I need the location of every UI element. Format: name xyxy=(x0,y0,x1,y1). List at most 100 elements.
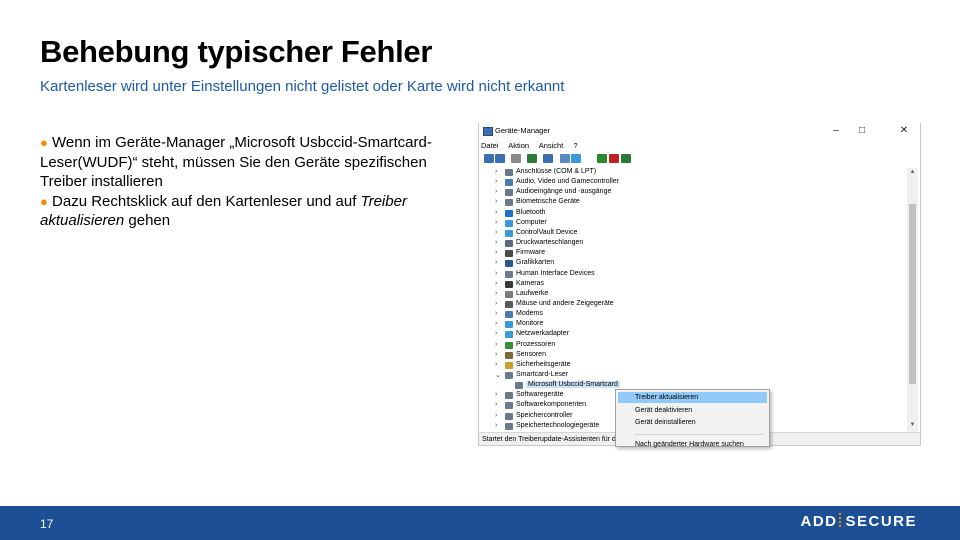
update-driver-icon[interactable] xyxy=(527,154,537,163)
minimize-button[interactable]: – xyxy=(824,123,848,139)
device-category-icon xyxy=(505,260,513,268)
menu-aktion[interactable]: Aktion xyxy=(508,141,529,150)
tree-item-label: Audio, Video und Gamecontroller xyxy=(516,178,619,186)
chevron-right-icon[interactable]: › xyxy=(495,341,503,348)
tree-item-label: Anschlüsse (COM & LPT) xyxy=(516,168,597,175)
tree-item-label: Computer xyxy=(516,218,547,226)
tree-category-item[interactable]: › Druckwarteschlangen xyxy=(479,239,899,249)
tree-item-label: Monitore xyxy=(516,320,544,328)
vertical-scrollbar[interactable]: ▲ ▼ xyxy=(907,168,918,432)
toolbar xyxy=(481,153,917,165)
tree-item-label: Speichertechnologiegeräte xyxy=(516,421,600,429)
bullet-text: gehen xyxy=(124,212,171,229)
maximize-button[interactable]: □ xyxy=(850,123,874,139)
tree-category-item[interactable]: › Kameras xyxy=(479,280,899,290)
tree-item-label: Human Interface Devices xyxy=(516,269,595,277)
tree-item-label: Prozessoren xyxy=(516,340,556,348)
logo-separator-icon xyxy=(839,513,843,527)
scroll-down-icon[interactable]: ▼ xyxy=(907,422,918,428)
chevron-right-icon[interactable]: › xyxy=(495,219,503,226)
chevron-right-icon[interactable]: › xyxy=(495,198,503,205)
uninstall-icon[interactable] xyxy=(609,154,619,163)
enable-icon[interactable] xyxy=(597,154,607,163)
chevron-right-icon[interactable]: › xyxy=(495,401,503,408)
tree-category-item[interactable]: › Sensoren xyxy=(479,351,899,361)
slide-title: Behebung typischer Fehler xyxy=(40,34,433,69)
scroll-up-icon[interactable]: ▲ xyxy=(907,169,918,175)
tree-category-item[interactable]: › Monitore xyxy=(479,320,899,330)
chevron-right-icon[interactable]: › xyxy=(495,320,503,327)
chevron-right-icon[interactable]: › xyxy=(495,270,503,277)
device-category-icon xyxy=(505,229,513,237)
tree-item-label: Bluetooth xyxy=(516,208,546,216)
context-menu-item[interactable]: Gerät deinstallieren xyxy=(618,417,767,428)
tree-category-item[interactable]: ⌄ Smartcard-Leser xyxy=(479,371,899,381)
back-icon[interactable] xyxy=(484,154,494,163)
bullet-dot-icon: ● xyxy=(40,135,48,150)
tree-category-item[interactable]: › Laufwerke xyxy=(479,290,899,300)
tree-category-item[interactable]: › ControlVault Device xyxy=(479,229,899,239)
tree-category-item[interactable]: › Audio, Video und Gamecontroller xyxy=(479,178,899,188)
tree-category-item[interactable]: › Modems xyxy=(479,310,899,320)
menu-ansicht[interactable]: Ansicht xyxy=(539,141,564,150)
tree-item-label: Sicherheitsgeräte xyxy=(516,360,571,368)
device-manager-icon xyxy=(483,127,493,136)
chevron-right-icon[interactable]: › xyxy=(495,290,503,297)
properties-icon[interactable] xyxy=(511,154,521,163)
chevron-right-icon[interactable]: › xyxy=(495,229,503,236)
chevron-right-icon[interactable]: › xyxy=(495,412,503,419)
scroll-thumb[interactable] xyxy=(909,204,916,384)
menu-help[interactable]: ? xyxy=(573,141,577,150)
chevron-right-icon[interactable]: › xyxy=(495,249,503,256)
tree-category-item[interactable]: › Audioeingänge und -ausgänge xyxy=(479,188,899,198)
device-category-icon xyxy=(505,402,513,410)
chevron-right-icon[interactable]: › xyxy=(495,239,503,246)
device-category-icon xyxy=(505,422,513,430)
window-title: Geräte-Manager xyxy=(495,126,551,135)
device-category-icon xyxy=(505,341,513,349)
chevron-right-icon[interactable]: › xyxy=(495,391,503,398)
scan-icon[interactable] xyxy=(560,154,570,163)
context-menu-item[interactable]: Nach geänderter Hardware suchen xyxy=(618,439,767,450)
context-menu-item[interactable]: Gerät deaktivieren xyxy=(618,405,767,416)
chevron-right-icon[interactable]: › xyxy=(495,361,503,368)
tree-category-item[interactable]: › Mäuse und andere Zeigegeräte xyxy=(479,300,899,310)
chevron-right-icon[interactable]: › xyxy=(495,300,503,307)
chevron-right-icon[interactable]: › xyxy=(495,310,503,317)
chevron-right-icon[interactable]: › xyxy=(495,351,503,358)
device-category-icon xyxy=(505,240,513,248)
chevron-right-icon[interactable]: › xyxy=(495,422,503,429)
tree-category-item[interactable]: › Human Interface Devices xyxy=(479,270,899,280)
device-category-icon xyxy=(505,412,513,420)
close-button[interactable]: ✕ xyxy=(892,123,916,139)
menu-datei[interactable]: Datei xyxy=(481,141,499,150)
chevron-right-icon[interactable]: › xyxy=(495,168,503,175)
bullet-list: ● Wenn im Geräte-Manager „Microsoft Usbc… xyxy=(40,133,450,231)
chevron-right-icon[interactable]: › xyxy=(495,178,503,185)
chevron-right-icon[interactable]: › xyxy=(495,280,503,287)
tree-category-item[interactable]: › Computer xyxy=(479,219,899,229)
context-menu-item[interactable]: Treiber aktualisieren xyxy=(618,392,767,403)
chevron-right-icon[interactable]: › xyxy=(495,209,503,216)
monitor-icon[interactable] xyxy=(571,154,581,163)
device-category-icon xyxy=(505,219,513,227)
tree-category-item[interactable]: › Firmware xyxy=(479,249,899,259)
tree-item-label: Microsoft Usbccid-Smartcard xyxy=(526,381,620,389)
tree-category-item[interactable]: › Prozessoren xyxy=(479,341,899,351)
tree-category-item[interactable]: › Biometrische Geräte xyxy=(479,198,899,208)
menu-separator xyxy=(634,433,764,435)
addsecure-logo: ADD SECURE xyxy=(800,513,917,530)
chevron-right-icon[interactable]: › xyxy=(495,330,503,337)
tree-category-item[interactable]: › Grafikkarten xyxy=(479,259,899,269)
add-icon[interactable] xyxy=(621,154,631,163)
help-icon[interactable] xyxy=(543,154,553,163)
chevron-down-icon[interactable]: ⌄ xyxy=(495,371,503,379)
forward-icon[interactable] xyxy=(495,154,505,163)
tree-category-item[interactable]: › Bluetooth xyxy=(479,209,899,219)
tree-category-item[interactable]: › Sicherheitsgeräte xyxy=(479,361,899,371)
tree-item-label: Speichercontroller xyxy=(516,411,573,419)
tree-category-item[interactable]: › Anschlüsse (COM & LPT) xyxy=(479,168,899,178)
chevron-right-icon[interactable]: › xyxy=(495,188,503,195)
tree-category-item[interactable]: › Netzwerkadapter xyxy=(479,330,899,340)
chevron-right-icon[interactable]: › xyxy=(495,259,503,266)
